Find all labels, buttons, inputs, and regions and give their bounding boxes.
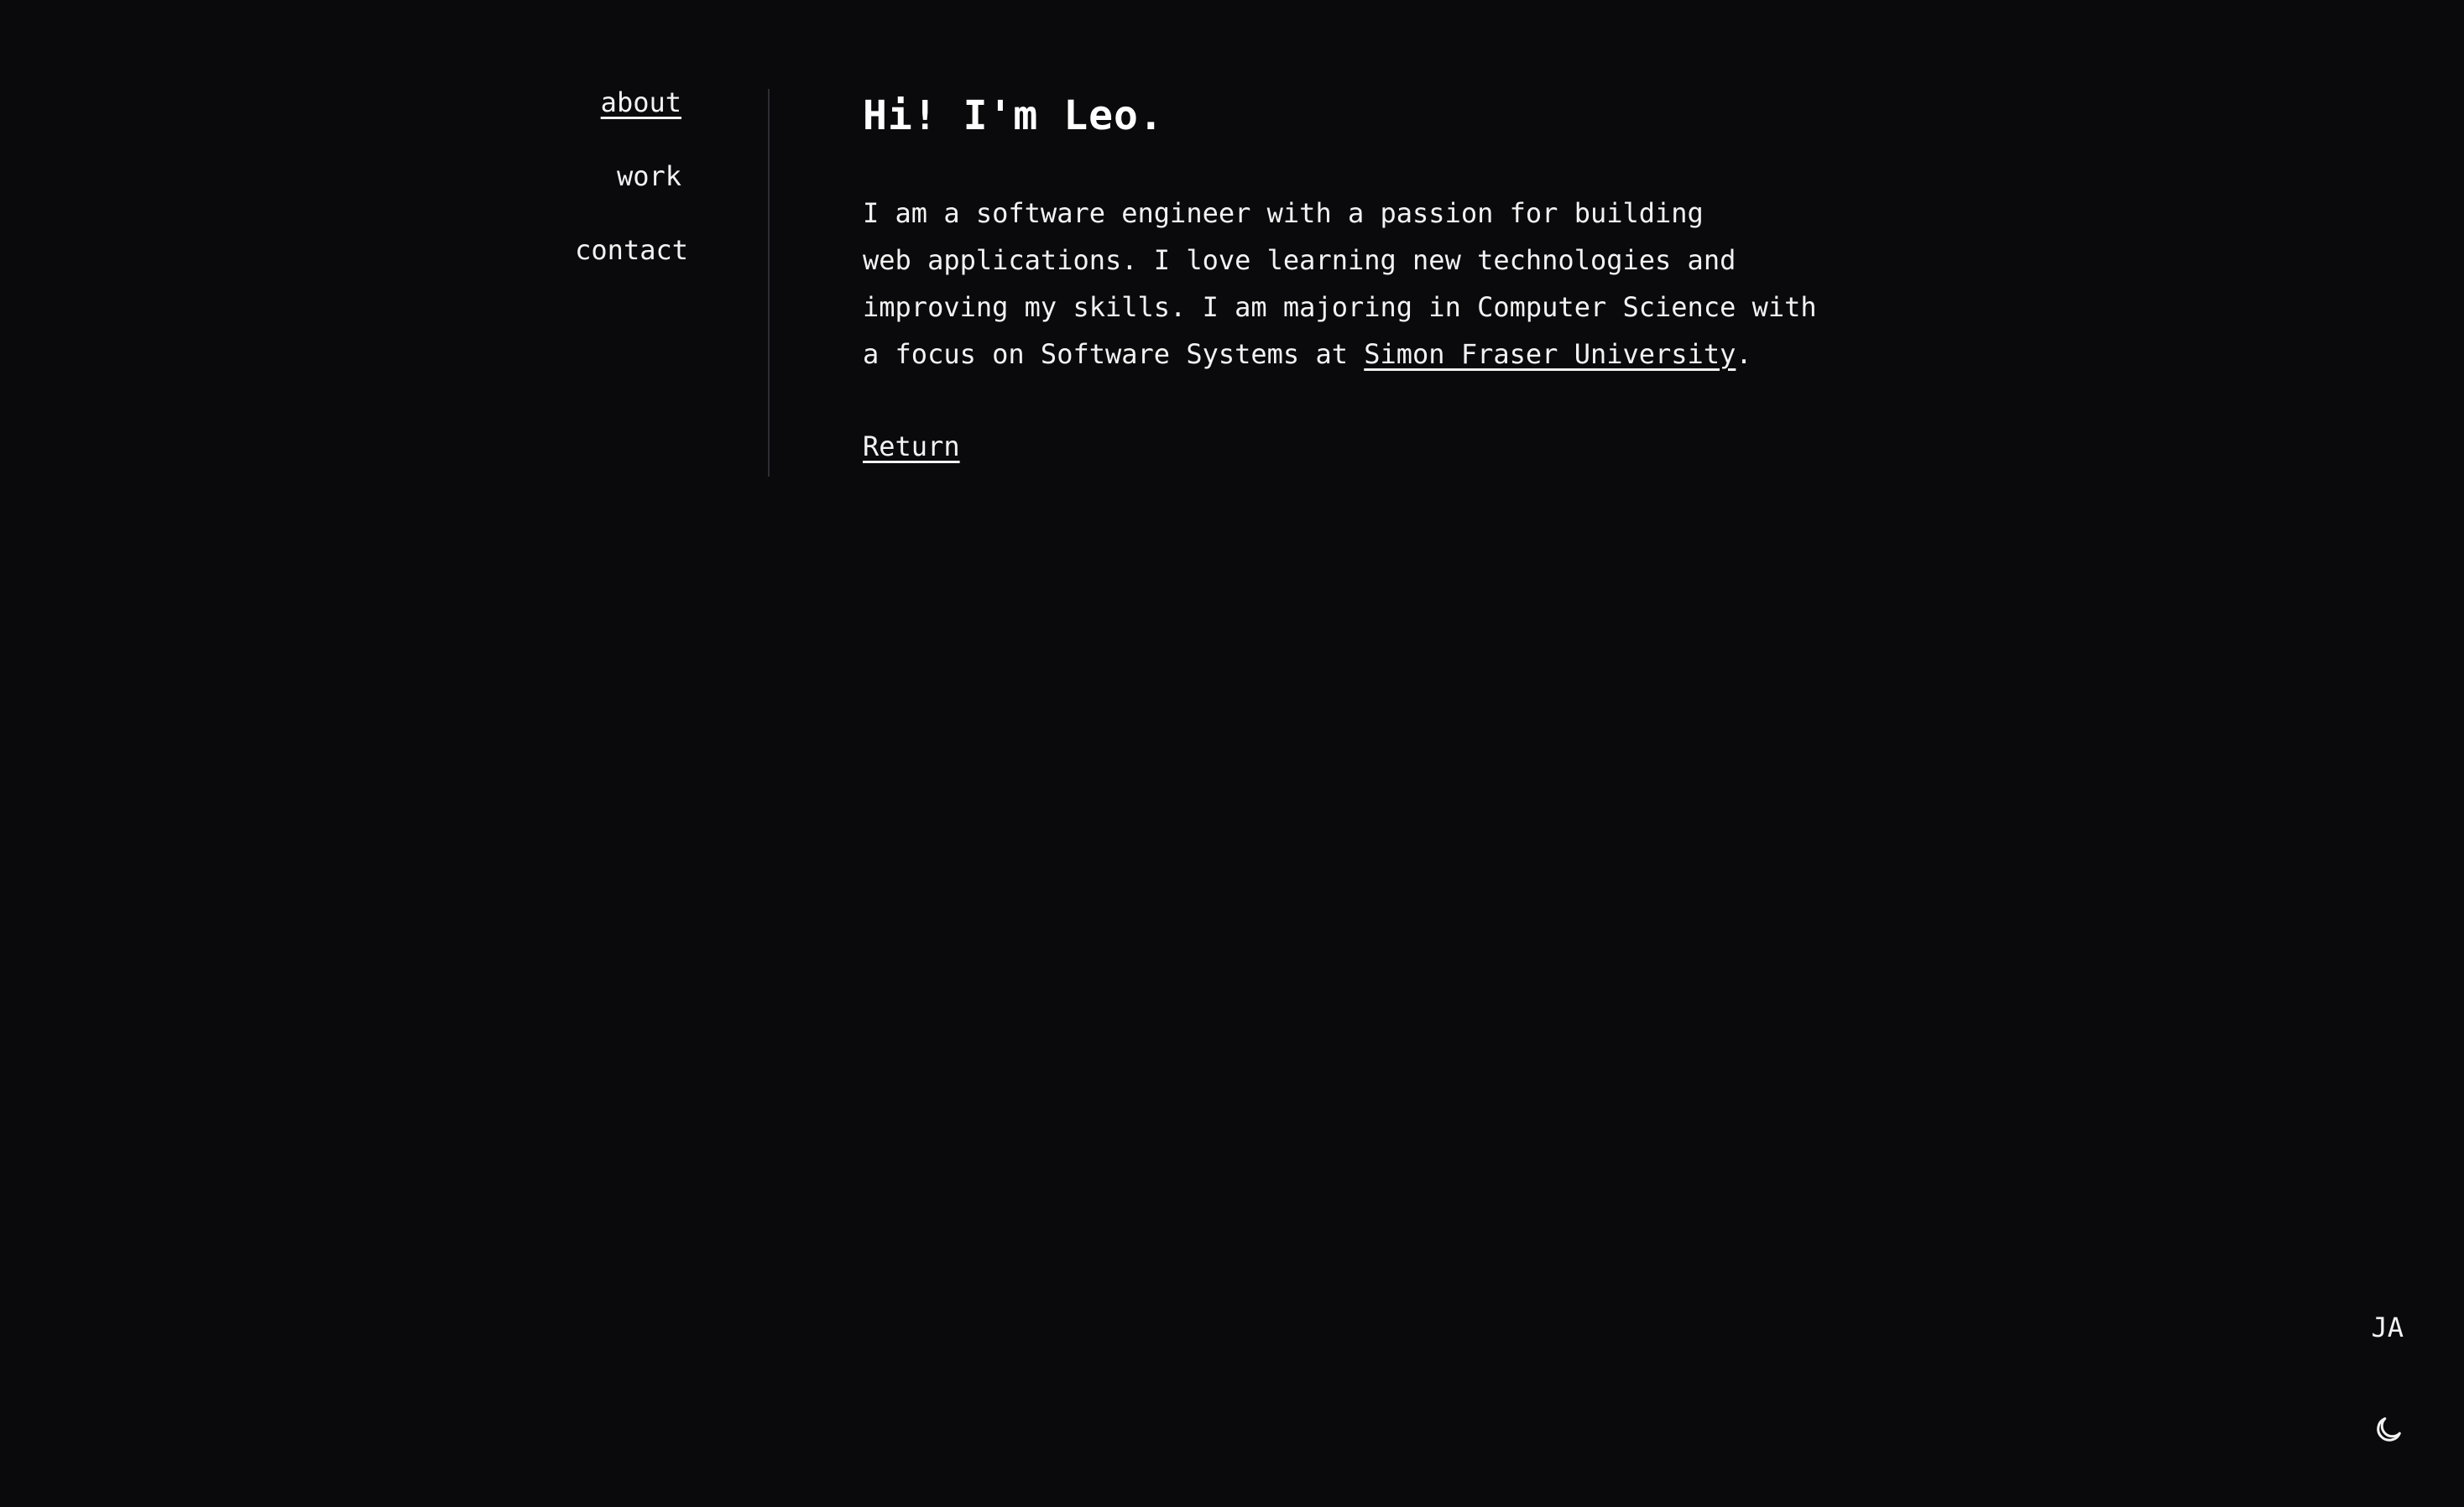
nav-item-work[interactable]: work xyxy=(470,159,681,193)
theme-toggle-button[interactable] xyxy=(2372,1413,2405,1447)
language-toggle-button[interactable]: JA xyxy=(2371,1311,2404,1344)
main-content: Hi! I'm Leo. I am a software engineer wi… xyxy=(863,89,1853,463)
bio-period: . xyxy=(1736,338,1752,370)
page-title: Hi! I'm Leo. xyxy=(863,92,1164,139)
return-link[interactable]: Return xyxy=(863,430,960,463)
bio-paragraph: I am a software engineer with a passion … xyxy=(863,190,1836,378)
vertical-divider xyxy=(768,89,770,477)
bio-line-text: a focus on Software Systems at xyxy=(863,338,1365,370)
nav-item-about[interactable]: about xyxy=(470,86,681,119)
bio-line-last: a focus on Software Systems at Simon Fra… xyxy=(863,331,1836,378)
moon-icon xyxy=(2372,1417,2405,1449)
side-navigation: about work contact xyxy=(470,86,688,307)
bio-line: I am a software engineer with a passion … xyxy=(863,197,1704,229)
nav-item-contact[interactable]: contact xyxy=(470,233,688,267)
page: about work contact Hi! I'm Leo. I am a s… xyxy=(0,0,2464,1507)
bio-line: web applications. I love learning new te… xyxy=(863,244,1736,276)
bio-line: improving my skills. I am majoring in Co… xyxy=(863,291,1817,323)
university-link[interactable]: Simon Fraser University xyxy=(1364,338,1736,370)
